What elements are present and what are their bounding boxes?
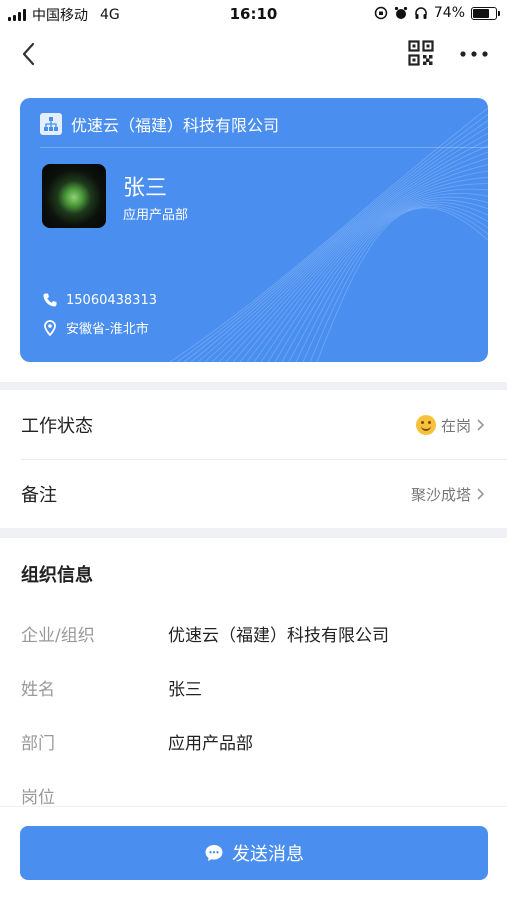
card-divider (40, 147, 488, 148)
note-value: 聚沙成塔 (410, 485, 471, 504)
rotation-lock-icon (374, 6, 388, 20)
phone-icon (43, 293, 57, 307)
field-value: 张三 (168, 680, 202, 700)
field-label: 岗位 (21, 788, 55, 808)
org-icon (40, 113, 62, 135)
work-status-value-group: 在岗 (415, 415, 485, 436)
field-label: 姓名 (21, 680, 55, 700)
card-company: 优速云（福建）科技有限公司 (71, 116, 280, 135)
more-icon[interactable] (458, 44, 490, 64)
section-gap (0, 382, 507, 390)
card-header: 优速云（福建）科技有限公司 (40, 112, 279, 136)
back-icon[interactable] (18, 40, 42, 68)
qr-code-icon[interactable] (408, 40, 434, 66)
headphones-icon (415, 7, 427, 19)
card-phone-line[interactable]: 15060438313 (42, 292, 157, 308)
alarm-icon (394, 6, 407, 19)
org-info-title: 组织信息 (21, 565, 93, 586)
note-value-group: 聚沙成塔 (411, 484, 485, 505)
battery-fill (473, 8, 490, 18)
field-value: 优速云（福建）科技有限公司 (168, 626, 389, 646)
work-status-row[interactable]: 工作状态 在岗 (0, 391, 507, 459)
work-status-label: 工作状态 (21, 416, 93, 437)
work-status-value: 在岗 (440, 416, 471, 435)
chevron-right-icon (477, 419, 485, 431)
card-phone: 15060438313 (66, 292, 157, 308)
note-row[interactable]: 备注 聚沙成塔 (0, 460, 507, 528)
card-location: 安徽省-淮北市 (66, 322, 149, 337)
note-label: 备注 (21, 485, 57, 506)
card-department: 应用产品部 (123, 208, 189, 223)
avatar[interactable] (42, 164, 106, 228)
card-name: 张三 (123, 176, 168, 201)
card-location-line: 安徽省-淮北市 (42, 318, 149, 337)
smile-emoji-icon (415, 415, 436, 435)
status-bar: 中国移动 4G 16:10 74% (0, 0, 507, 28)
send-message-label: 发送消息 (232, 844, 304, 865)
battery-icon (471, 6, 500, 20)
chevron-right-icon (477, 488, 485, 500)
nav-bar (0, 34, 507, 74)
location-icon (44, 319, 56, 336)
chat-icon (205, 845, 223, 861)
field-label: 部门 (21, 734, 55, 754)
status-right: 74% (374, 5, 500, 21)
battery-percent: 74% (433, 5, 465, 21)
send-message-button[interactable]: 发送消息 (20, 826, 488, 880)
business-card: 优速云（福建）科技有限公司 张三 应用产品部 15060438313 安徽省-淮… (20, 98, 488, 362)
field-value: 应用产品部 (168, 734, 253, 754)
field-label: 企业/组织 (21, 626, 95, 646)
section-gap (0, 528, 507, 538)
